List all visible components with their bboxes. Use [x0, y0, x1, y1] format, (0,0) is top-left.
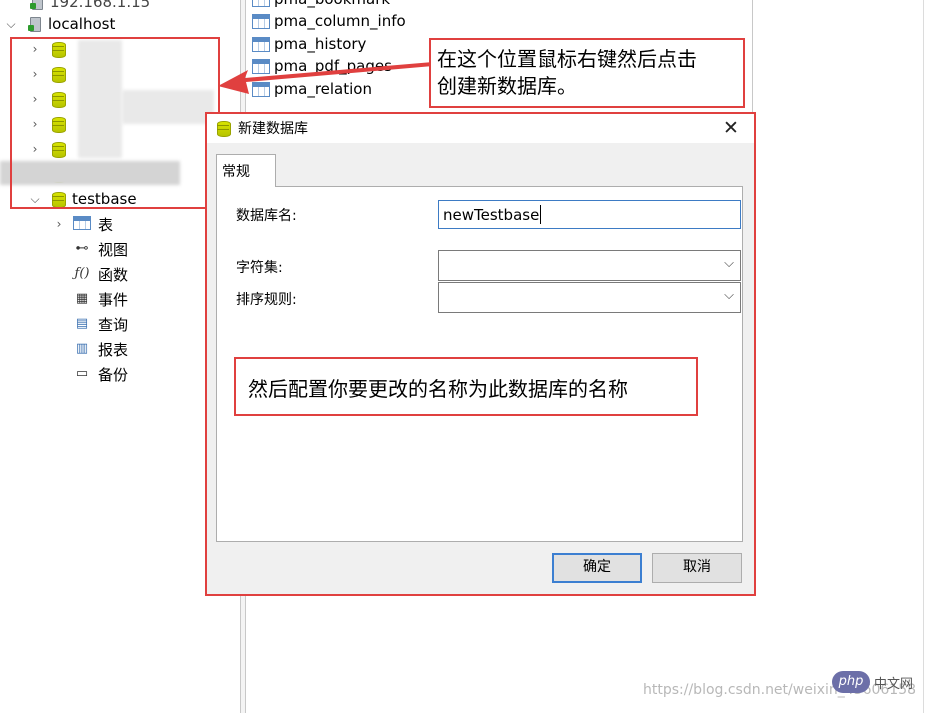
tab-general[interactable]: 常规: [216, 154, 276, 187]
backup-icon: ▭: [75, 366, 89, 381]
view-icon: ⊷: [75, 241, 89, 256]
table-icon: [72, 216, 92, 232]
annotation-line: 在这个位置鼠标右键然后点击: [437, 47, 697, 71]
server-icon: [28, 0, 44, 10]
table-list-item[interactable]: pma_column_info: [252, 10, 406, 32]
table-name: pma_bookmark: [274, 0, 390, 8]
php-logo: php: [832, 671, 870, 693]
report-icon: ▥: [75, 341, 89, 356]
tree-item-label: 函数: [98, 265, 129, 284]
tree-item-label: 事件: [98, 290, 129, 309]
tree-child-reports[interactable]: ▥ 报表: [72, 338, 128, 360]
annotation-callout: 然后配置你要更改的名称为此数据库的名称: [234, 357, 698, 416]
table-name: pma_column_info: [274, 12, 406, 30]
event-icon: ▦: [75, 291, 89, 306]
highlight-dialog: [205, 112, 756, 596]
annotation-text: 然后配置你要更改的名称为此数据库的名称: [248, 377, 628, 401]
tree-child-views[interactable]: ⊷ 视图: [72, 238, 129, 260]
tree-child-queries[interactable]: ▤ 查询: [72, 313, 128, 335]
chevron-right-icon[interactable]: ›: [52, 217, 66, 231]
tree-item-label: 视图: [98, 240, 129, 259]
table-icon: [252, 13, 270, 29]
table-icon: [252, 0, 270, 7]
tree-item-localhost[interactable]: ⌵ localhost: [4, 13, 115, 35]
chevron-down-icon[interactable]: ⌵: [4, 17, 18, 32]
annotation-callout: 在这个位置鼠标右键然后点击 创建新数据库。: [429, 38, 745, 108]
table-list-item[interactable]: pma_bookmark: [252, 0, 390, 10]
tree-item-label: 192.168.1.15: [50, 0, 151, 11]
tree-item-label: 备份: [98, 365, 129, 384]
table-icon: [252, 36, 270, 52]
function-icon: ƒ(): [74, 266, 90, 281]
query-icon: ▤: [75, 316, 89, 331]
column-divider: [752, 0, 753, 115]
annotation-line: 创建新数据库。: [437, 74, 577, 98]
tree-item-label: localhost: [48, 15, 116, 33]
server-icon: [26, 16, 42, 32]
tree-item-label: 表: [98, 215, 114, 234]
tree-child-events[interactable]: ▦ 事件: [72, 288, 128, 310]
tree-item-label: 查询: [98, 315, 129, 334]
arrow-annotation: [218, 62, 433, 94]
tree-child-tables[interactable]: › 表: [52, 213, 113, 235]
highlight-database-list: [10, 37, 220, 209]
tree-child-functions[interactable]: ƒ() 函数: [72, 263, 129, 285]
tree-item-label: 报表: [98, 340, 129, 359]
table-list-item[interactable]: pma_history: [252, 33, 366, 55]
php-site-label: 中文网: [874, 677, 914, 692]
tree-child-backups[interactable]: ▭ 备份: [72, 363, 128, 385]
tree-item-server[interactable]: 192.168.1.15: [28, 0, 150, 13]
table-name: pma_history: [274, 35, 367, 53]
window-edge: [923, 0, 924, 713]
